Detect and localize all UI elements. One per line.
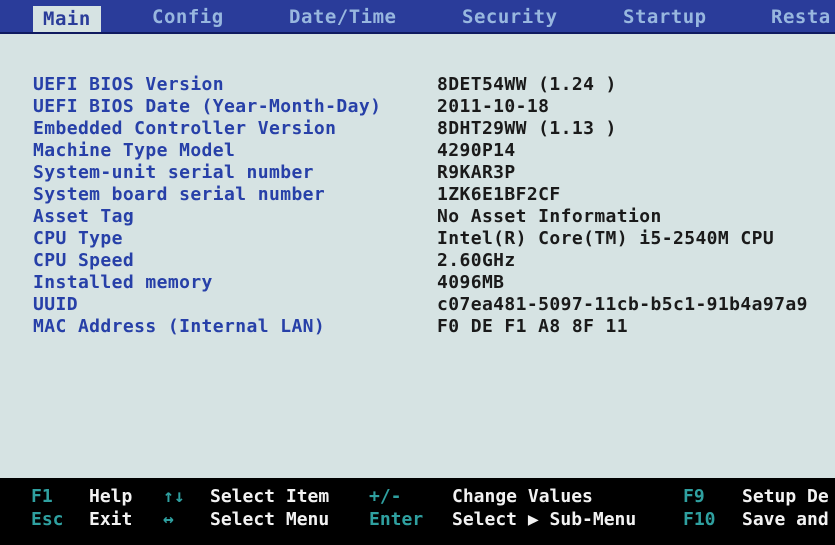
info-row-memory: Installed memory 4096MB (0, 272, 835, 294)
select-menu-label: Select Menu (210, 509, 330, 530)
info-value: 2.60GHz (437, 250, 516, 271)
info-row-cpu-speed: CPU Speed 2.60GHz (0, 250, 835, 272)
info-value: c07ea481-5097-11cb-b5c1-91b4a97a9 (437, 294, 808, 315)
exit-label: Exit (89, 509, 133, 530)
info-row-cpu-type: CPU Type Intel(R) Core(TM) i5-2540M CPU (0, 228, 835, 250)
esc-key: Esc (31, 509, 64, 530)
info-value: 8DHT29WW (1.13 ) (437, 118, 617, 139)
info-value: 2011-10-18 (437, 96, 550, 117)
info-label: UUID (33, 294, 78, 315)
help-bar: F1 Help ↑↓ Select Item +/- Change Values… (0, 478, 835, 545)
info-label: UEFI BIOS Date (Year-Month-Day) (33, 96, 382, 117)
info-label: MAC Address (Internal LAN) (33, 316, 326, 337)
tab-restart[interactable]: Resta (771, 4, 831, 30)
info-label: Embedded Controller Version (33, 118, 337, 139)
select-item-label: Select Item (210, 486, 330, 507)
info-value: R9KAR3P (437, 162, 516, 183)
info-value: 4096MB (437, 272, 505, 293)
left-right-arrows-icon: ↔ (163, 509, 174, 530)
plus-minus-key: +/- (369, 486, 402, 507)
save-and-exit-label: Save and (742, 509, 829, 530)
enter-key: Enter (369, 509, 424, 530)
help-label: Help (89, 486, 133, 507)
info-label: Installed memory (33, 272, 213, 293)
info-row-asset-tag: Asset Tag No Asset Information (0, 206, 835, 228)
info-label: CPU Speed (33, 250, 135, 271)
tab-startup[interactable]: Startup (623, 4, 707, 30)
info-label: Machine Type Model (33, 140, 236, 161)
up-down-arrows-icon: ↑↓ (163, 486, 185, 507)
info-row-uuid: UUID c07ea481-5097-11cb-b5c1-91b4a97a9 (0, 294, 835, 316)
info-label: System board serial number (33, 184, 326, 205)
info-row-bios-version: UEFI BIOS Version 8DET54WW (1.24 ) (0, 74, 835, 96)
info-value: 4290P14 (437, 140, 516, 161)
info-label: CPU Type (33, 228, 123, 249)
info-row-machine-type: Machine Type Model 4290P14 (0, 140, 835, 162)
info-value: Intel(R) Core(TM) i5-2540M CPU (437, 228, 775, 249)
bios-screen: Main Config Date/Time Security Startup R… (0, 0, 835, 545)
info-label: System-unit serial number (33, 162, 314, 183)
select-sub-menu-label: Select ▶ Sub-Menu (452, 509, 637, 530)
f10-key: F10 (683, 509, 716, 530)
info-row-ec-version: Embedded Controller Version 8DHT29WW (1.… (0, 118, 835, 140)
info-row-mac-address: MAC Address (Internal LAN) F0 DE F1 A8 8… (0, 316, 835, 338)
info-label: Asset Tag (33, 206, 135, 227)
info-label: UEFI BIOS Version (33, 74, 225, 95)
tab-security[interactable]: Security (462, 4, 558, 30)
f9-key: F9 (683, 486, 705, 507)
info-value: No Asset Information (437, 206, 662, 227)
tab-main[interactable]: Main (33, 6, 101, 32)
info-value: 8DET54WW (1.24 ) (437, 74, 617, 95)
menu-tab-bar: Main Config Date/Time Security Startup R… (0, 0, 835, 34)
info-value: F0 DE F1 A8 8F 11 (437, 316, 629, 337)
tab-config[interactable]: Config (152, 4, 224, 30)
info-value: 1ZK6E1BF2CF (437, 184, 561, 205)
f1-key: F1 (31, 486, 53, 507)
change-values-label: Change Values (452, 486, 593, 507)
info-row-system-serial: System-unit serial number R9KAR3P (0, 162, 835, 184)
tab-date-time[interactable]: Date/Time (289, 4, 396, 30)
setup-defaults-label: Setup De (742, 486, 829, 507)
info-row-bios-date: UEFI BIOS Date (Year-Month-Day) 2011-10-… (0, 96, 835, 118)
info-row-board-serial: System board serial number 1ZK6E1BF2CF (0, 184, 835, 206)
main-info-panel: UEFI BIOS Version 8DET54WW (1.24 ) UEFI … (0, 36, 835, 476)
